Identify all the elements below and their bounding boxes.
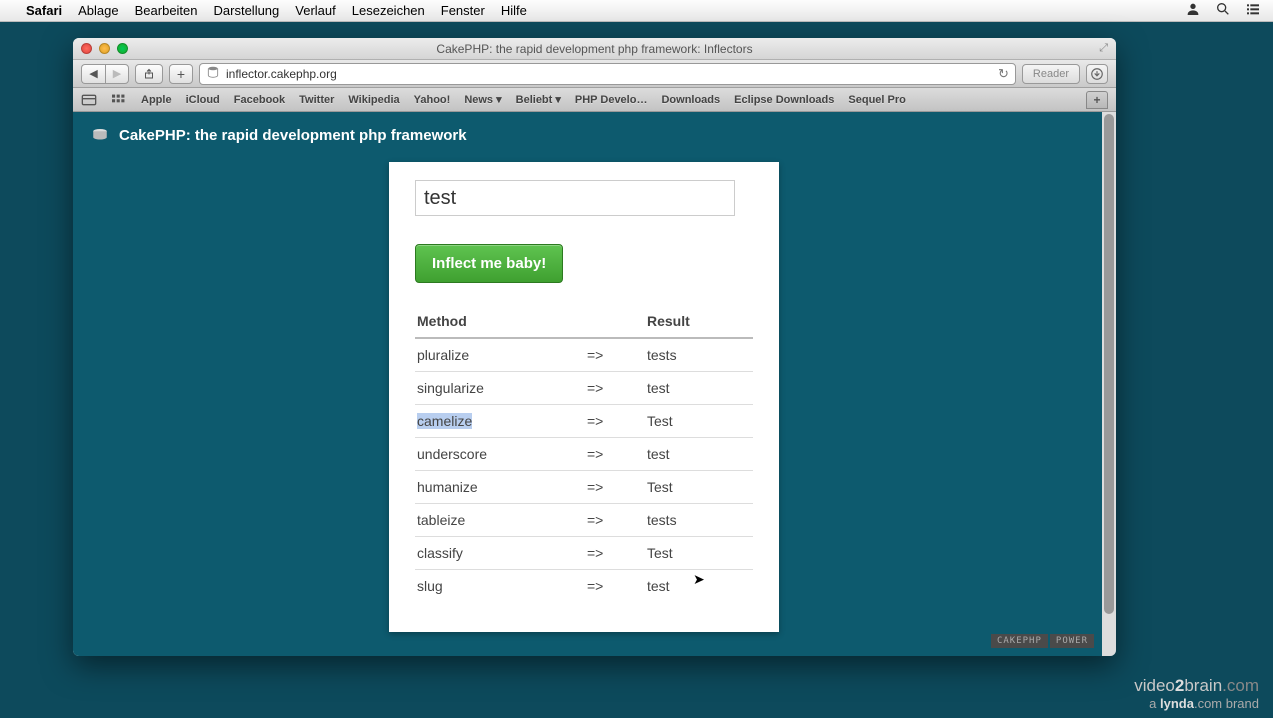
- page-content: CakePHP: the rapid development php frame…: [73, 112, 1116, 656]
- minimize-button[interactable]: [99, 43, 110, 54]
- forward-button[interactable]: ▶: [105, 64, 129, 84]
- search-icon[interactable]: [1215, 1, 1231, 20]
- toolbar: ◀ ▶ + inflector.cakephp.org ↻ Reader: [73, 60, 1116, 88]
- list-icon[interactable]: [1245, 1, 1261, 20]
- scrollbar[interactable]: [1102, 112, 1116, 656]
- bookmark-beliebt[interactable]: Beliebt ▾: [516, 93, 561, 106]
- col-method: Method: [415, 305, 585, 338]
- menu-bookmarks[interactable]: Lesezeichen: [352, 3, 425, 18]
- bookmarks-icon[interactable]: [81, 93, 97, 107]
- table-row: pluralize=>tests: [415, 338, 753, 372]
- bookmark-icloud[interactable]: iCloud: [186, 94, 220, 106]
- table-row: camelize=>Test: [415, 405, 753, 438]
- address-bar[interactable]: inflector.cakephp.org ↻: [199, 63, 1016, 85]
- topsites-icon[interactable]: [111, 93, 127, 107]
- bookmark-news[interactable]: News ▾: [464, 93, 501, 106]
- table-row: singularize=>test: [415, 372, 753, 405]
- bookmark-sequelpro[interactable]: Sequel Pro: [848, 94, 905, 106]
- table-row: humanize=>Test: [415, 471, 753, 504]
- bookmark-downloads[interactable]: Downloads: [661, 94, 720, 106]
- cakephp-badge: CAKEPHPPOWER: [991, 634, 1094, 648]
- table-row: tableize=>tests: [415, 504, 753, 537]
- reload-button[interactable]: ↻: [998, 66, 1009, 82]
- table-row: classify=>Test: [415, 537, 753, 570]
- site-icon: [206, 65, 220, 82]
- result-table: Method Result pluralize=>testssingulariz…: [415, 305, 753, 602]
- bookmark-wikipedia[interactable]: Wikipedia: [348, 94, 399, 106]
- cake-icon: [91, 126, 109, 144]
- menu-file[interactable]: Ablage: [78, 3, 118, 18]
- user-icon[interactable]: [1185, 1, 1201, 20]
- bookmark-twitter[interactable]: Twitter: [299, 94, 334, 106]
- macos-menubar: Safari Ablage Bearbeiten Darstellung Ver…: [0, 0, 1273, 22]
- bookmark-facebook[interactable]: Facebook: [234, 94, 285, 106]
- new-tab-button[interactable]: +: [1086, 91, 1108, 109]
- menu-help[interactable]: Hilfe: [501, 3, 527, 18]
- watermark: video2brain.com a lynda.com brand: [1134, 676, 1259, 712]
- inflect-button[interactable]: Inflect me baby!: [415, 244, 563, 283]
- bookmark-eclipse[interactable]: Eclipse Downloads: [734, 94, 834, 106]
- col-result: Result: [645, 305, 753, 338]
- app-name[interactable]: Safari: [26, 3, 62, 18]
- menu-history[interactable]: Verlauf: [295, 3, 335, 18]
- downloads-button[interactable]: [1086, 64, 1108, 84]
- table-row: underscore=>test: [415, 438, 753, 471]
- titlebar: CakePHP: the rapid development php frame…: [73, 38, 1116, 60]
- add-button[interactable]: +: [169, 64, 193, 84]
- page-heading: CakePHP: the rapid development php frame…: [119, 127, 467, 144]
- bookmark-php[interactable]: PHP Develo…: [575, 94, 648, 106]
- menu-view[interactable]: Darstellung: [214, 3, 280, 18]
- inflector-input[interactable]: [415, 180, 735, 216]
- col-arrow: [585, 305, 645, 338]
- bookmarks-bar: Apple iCloud Facebook Twitter Wikipedia …: [73, 88, 1116, 112]
- url-text: inflector.cakephp.org: [226, 67, 337, 81]
- menu-edit[interactable]: Bearbeiten: [135, 3, 198, 18]
- reader-button[interactable]: Reader: [1022, 64, 1080, 84]
- menu-window[interactable]: Fenster: [441, 3, 485, 18]
- table-row: slug=>test: [415, 570, 753, 603]
- share-button[interactable]: [135, 64, 163, 84]
- bookmark-apple[interactable]: Apple: [141, 94, 172, 106]
- back-button[interactable]: ◀: [81, 64, 105, 84]
- close-button[interactable]: [81, 43, 92, 54]
- maximize-button[interactable]: [117, 43, 128, 54]
- window-title: CakePHP: the rapid development php frame…: [73, 42, 1116, 56]
- safari-window: CakePHP: the rapid development php frame…: [73, 38, 1116, 656]
- fullscreen-icon[interactable]: ⤢: [1099, 42, 1108, 55]
- bookmark-yahoo[interactable]: Yahoo!: [414, 94, 451, 106]
- inflector-card: Inflect me baby! Method Result pluralize…: [389, 162, 779, 632]
